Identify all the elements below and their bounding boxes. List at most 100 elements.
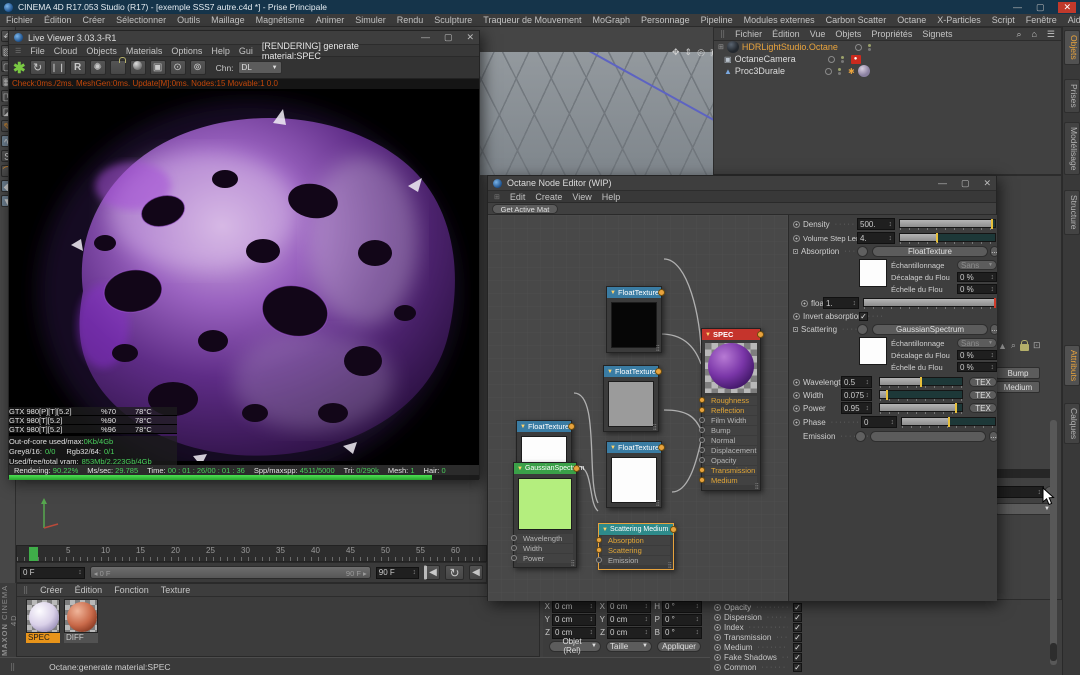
node-gaussianspectrum[interactable]: ▼ GaussianSpectrum Wavelength Width Power… bbox=[511, 462, 584, 568]
tab-objets[interactable]: Objets bbox=[1064, 30, 1080, 65]
get-active-mat-button[interactable]: Get Active Mat bbox=[492, 203, 558, 214]
anim-dot-icon[interactable] bbox=[714, 663, 721, 671]
material-tag-octane-icon[interactable]: ✱ bbox=[848, 67, 855, 76]
node-output-port[interactable] bbox=[573, 465, 580, 472]
enable-toggle[interactable] bbox=[854, 43, 862, 51]
node-input-port[interactable] bbox=[699, 467, 705, 473]
transmission-checkbox[interactable] bbox=[793, 632, 802, 642]
coord-size-z-field[interactable]: 0 cm ↕ bbox=[607, 626, 651, 639]
om-menu-objets[interactable]: Objets bbox=[835, 29, 861, 39]
node-input-port[interactable] bbox=[511, 555, 517, 561]
mat-menu-creer[interactable]: Créer bbox=[40, 585, 63, 595]
power-field[interactable]: 0.95 ↕ bbox=[841, 402, 872, 414]
width-tex-button[interactable]: TEX bbox=[969, 390, 997, 400]
minimize-button[interactable]: — bbox=[1013, 2, 1022, 13]
visibility-dots[interactable] bbox=[840, 55, 844, 63]
coord-rot-p-field[interactable]: 0 ° ↕ bbox=[662, 613, 702, 626]
resize-grip[interactable]: ⣿ bbox=[571, 561, 575, 567]
node-output-port[interactable] bbox=[658, 444, 665, 451]
menu-fenetre[interactable]: Fenêtre bbox=[1026, 15, 1057, 25]
node-graph-canvas[interactable]: ▼ FloatTexture ⣿ ▼ FloatTexture ⣿ ▼ FloatTe… bbox=[488, 215, 788, 601]
play-button[interactable]: ↻ bbox=[445, 565, 464, 580]
pick-focus-icon[interactable]: ⊚ bbox=[189, 60, 206, 75]
expand-icon[interactable]: ⊞ bbox=[718, 43, 724, 51]
material-thumb-spec[interactable] bbox=[26, 599, 60, 633]
menu-mograph[interactable]: MoGraph bbox=[593, 15, 631, 25]
volume-step-slider[interactable] bbox=[899, 233, 996, 244]
anim-dot-icon[interactable] bbox=[714, 653, 721, 661]
menu-octane[interactable]: Octane bbox=[897, 15, 926, 25]
blur-offset-field[interactable]: 0 % ↕ bbox=[957, 350, 997, 360]
maximize-button[interactable]: ▢ bbox=[961, 178, 970, 189]
clay-mode-icon[interactable]: ▣ bbox=[149, 60, 166, 75]
anim-dot-icon[interactable] bbox=[714, 613, 721, 621]
coord-size-x-field[interactable]: 0 cm ↕ bbox=[607, 600, 651, 613]
frame-range-slider[interactable]: ◂ 0 F 90 F ▸ bbox=[89, 566, 371, 579]
tab-prises[interactable]: Prises bbox=[1064, 79, 1080, 113]
wavelength-tex-button[interactable]: TEX bbox=[969, 377, 997, 387]
absorption-swatch[interactable] bbox=[859, 259, 887, 287]
wavelength-field[interactable]: 0.5 ↕ bbox=[841, 376, 872, 388]
more-button[interactable]: ... bbox=[990, 323, 997, 335]
current-frame-field[interactable]: 0 F ↕ bbox=[20, 566, 85, 579]
apply-button[interactable]: Appliquer bbox=[657, 640, 701, 652]
phase-field[interactable]: 0 ↕ bbox=[861, 416, 897, 428]
node-floattexture-4[interactable]: ▼ FloatTexture ⣿ bbox=[606, 441, 665, 508]
phase-slider[interactable] bbox=[901, 417, 996, 428]
lv-menu-materials[interactable]: Materials bbox=[126, 46, 163, 56]
ne-menu-edit[interactable]: Edit bbox=[510, 192, 526, 202]
menu-simuler[interactable]: Simuler bbox=[355, 15, 386, 25]
node-input-port[interactable] bbox=[699, 447, 705, 453]
width-slider[interactable] bbox=[879, 390, 963, 401]
node-input-row[interactable]: Power bbox=[511, 554, 573, 563]
mat-menu-texture[interactable]: Texture bbox=[161, 585, 191, 595]
density-field[interactable]: 500. ↕ bbox=[857, 218, 895, 230]
coord-pos-x-field[interactable]: 0 cm ↕ bbox=[552, 600, 596, 613]
pause-render-icon[interactable]: ❘❘ bbox=[49, 60, 66, 75]
coord-size-y-field[interactable]: 0 cm ↕ bbox=[607, 613, 651, 626]
anim-dot-icon[interactable] bbox=[714, 633, 721, 641]
node-input-row[interactable]: Roughness bbox=[699, 396, 757, 405]
node-input-row[interactable]: Film Width bbox=[699, 416, 757, 425]
close-button[interactable]: ✕ bbox=[983, 178, 991, 189]
channel-dropdown[interactable]: DL ▼ bbox=[237, 61, 282, 74]
anim-dot-icon[interactable] bbox=[793, 312, 800, 320]
magnifier-icon[interactable]: ⌕ bbox=[1011, 340, 1016, 351]
playhead[interactable] bbox=[29, 547, 38, 561]
float-field[interactable]: 1. ↕ bbox=[823, 297, 859, 309]
menu-aide[interactable]: Aide bbox=[1068, 15, 1080, 25]
node-input-row[interactable]: Bump bbox=[699, 426, 757, 435]
render-view[interactable]: GTX 980[P][T][5.2] %70 78°C GTX 980[T][5.2… bbox=[9, 89, 479, 465]
om-filter-icon[interactable]: ☰ bbox=[1047, 29, 1055, 40]
om-menu-signets[interactable]: Signets bbox=[922, 29, 952, 39]
anim-dot-icon[interactable] bbox=[793, 418, 800, 426]
common-checkbox[interactable] bbox=[793, 662, 802, 672]
viewport-rotate-icon[interactable]: ◎ bbox=[697, 47, 705, 58]
viewport-pan-icon[interactable]: ✥ bbox=[672, 47, 680, 58]
lv-menu-help[interactable]: Help bbox=[211, 46, 230, 56]
resize-grip[interactable]: ⣿ bbox=[656, 346, 660, 352]
visibility-dots[interactable] bbox=[837, 67, 841, 75]
menu-pipeline[interactable]: Pipeline bbox=[701, 15, 733, 25]
right-scrollbar[interactable] bbox=[1050, 420, 1057, 665]
width-field[interactable]: 0.075 ↕ bbox=[841, 389, 872, 401]
om-home-icon[interactable]: ⌂ bbox=[1031, 29, 1036, 39]
node-input-port[interactable] bbox=[596, 547, 602, 553]
blur-scale-field[interactable]: 0 % ↕ bbox=[957, 284, 997, 294]
minimize-button[interactable]: — bbox=[421, 32, 430, 43]
object-row-proc3durale[interactable]: ▲ Proc3Durale ✱ bbox=[714, 65, 1061, 77]
resize-grip[interactable]: ⣿ bbox=[755, 484, 759, 490]
menu-creer[interactable]: Créer bbox=[83, 15, 106, 25]
node-floattexture-2[interactable]: ▼ FloatTexture ⣿ bbox=[603, 365, 662, 432]
medium-checkbox[interactable] bbox=[793, 642, 802, 652]
node-input-port[interactable] bbox=[699, 477, 705, 483]
menu-edition[interactable]: Édition bbox=[44, 15, 72, 25]
grid-handle-icon[interactable]: ⣿ bbox=[23, 586, 28, 594]
octane-camera-tag-icon[interactable]: ● bbox=[850, 54, 861, 64]
coord-pos-y-field[interactable]: 0 cm ↕ bbox=[552, 613, 596, 626]
octane-logo-icon[interactable]: ✱ bbox=[13, 59, 26, 77]
lv-menu-file[interactable]: File bbox=[30, 46, 45, 56]
resize-grip[interactable]: ⣿ bbox=[668, 563, 672, 569]
close-button[interactable]: ✕ bbox=[466, 32, 474, 43]
more-button[interactable]: ... bbox=[989, 430, 997, 442]
